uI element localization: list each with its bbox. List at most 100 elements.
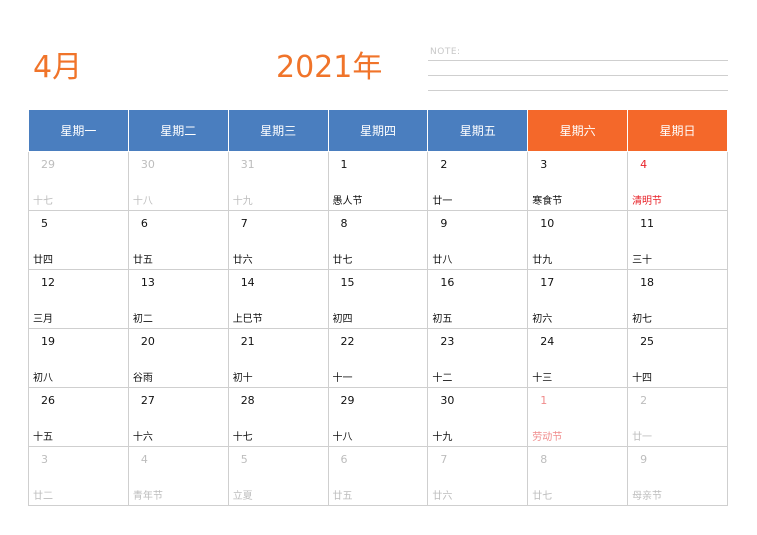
day-number: 2 — [440, 158, 448, 171]
lunar-date: 廿二 — [33, 491, 53, 502]
day-number: 3 — [540, 158, 548, 171]
calendar-day-cell[interactable]: 21 初十 — [227, 328, 329, 388]
calendar-day-cell[interactable]: 15 初四 — [327, 269, 429, 329]
calendar-day-cell[interactable]: 4 青年节 — [127, 446, 229, 506]
day-number: 8 — [540, 453, 548, 466]
day-number: 31 — [240, 158, 255, 171]
calendar-day-cell[interactable]: 29 十七 — [28, 151, 129, 211]
note-line — [428, 60, 728, 61]
calendar-day-cell[interactable]: 7 廿六 — [427, 446, 529, 506]
calendar-day-cell[interactable]: 6 廿五 — [127, 210, 229, 270]
lunar-date: 三十 — [632, 255, 653, 266]
calendar-day-cell[interactable]: 12 三月 — [28, 269, 129, 329]
calendar-day-cell[interactable]: 11 三十 — [627, 210, 728, 270]
calendar-day-cell[interactable]: 2 廿一 — [627, 387, 728, 447]
day-number: 17 — [540, 276, 555, 289]
calendar-day-cell[interactable]: 28 十七 — [227, 387, 329, 447]
day-number: 24 — [540, 335, 555, 348]
calendar-day-cell[interactable]: 23 十二 — [427, 328, 529, 388]
note-label: NOTE: — [430, 47, 461, 57]
weekday-header-row: 星期一 星期二 星期三 星期四 星期五 星期六 星期日 — [28, 109, 728, 152]
calendar-day-cell[interactable]: 25 十四 — [627, 328, 728, 388]
lunar-date: 初四 — [332, 314, 353, 325]
day-number: 25 — [640, 335, 655, 348]
calendar-day-cell[interactable]: 1 愚人节 — [327, 151, 429, 211]
day-number: 7 — [440, 453, 448, 466]
lunar-date: 愚人节 — [332, 196, 363, 207]
calendar-day-cell[interactable]: 14 上巳节 — [227, 269, 329, 329]
calendar-day-cell[interactable]: 8 廿七 — [527, 446, 629, 506]
calendar-day-cell[interactable]: 19 初八 — [28, 328, 129, 388]
calendar-day-cell[interactable]: 26 十五 — [28, 387, 129, 447]
lunar-date: 廿六 — [432, 491, 453, 502]
weekday-header-thu: 星期四 — [327, 109, 429, 152]
calendar-day-cell[interactable]: 6 廿五 — [327, 446, 429, 506]
calendar-day-cell[interactable]: 9 廿八 — [427, 210, 529, 270]
lunar-date: 十九 — [432, 432, 453, 443]
lunar-date: 十六 — [132, 432, 153, 443]
lunar-date: 廿六 — [232, 255, 253, 266]
lunar-date: 初六 — [532, 314, 553, 325]
calendar-day-cell[interactable]: 29 十八 — [327, 387, 429, 447]
calendar-day-cell[interactable]: 1 劳动节 — [527, 387, 629, 447]
calendar-day-cell[interactable]: 22 十一 — [327, 328, 429, 388]
lunar-date: 廿一 — [432, 196, 453, 207]
calendar-day-cell[interactable]: 3 寒食节 — [527, 151, 629, 211]
calendar-day-cell[interactable]: 3 廿二 — [28, 446, 129, 506]
month-title: 4月 — [33, 50, 83, 85]
lunar-date: 十四 — [632, 373, 653, 384]
day-number: 20 — [140, 335, 155, 348]
day-number: 18 — [640, 276, 655, 289]
day-number: 3 — [41, 453, 48, 466]
calendar-day-cell[interactable]: 31 十九 — [227, 151, 329, 211]
day-number: 30 — [440, 394, 455, 407]
calendar-day-cell[interactable]: 10 廿九 — [527, 210, 629, 270]
calendar-day-cell[interactable]: 9 母亲节 — [627, 446, 728, 506]
day-number: 2 — [640, 394, 648, 407]
lunar-date: 寒食节 — [532, 196, 563, 207]
day-number: 15 — [340, 276, 355, 289]
lunar-date: 青年节 — [132, 491, 163, 502]
day-number: 27 — [140, 394, 155, 407]
calendar-day-cell[interactable]: 2 廿一 — [427, 151, 529, 211]
calendar-day-cell[interactable]: 20 谷雨 — [127, 328, 229, 388]
calendar-day-cell[interactable]: 17 初六 — [527, 269, 629, 329]
calendar-day-cell[interactable]: 13 初二 — [127, 269, 229, 329]
day-number: 5 — [240, 453, 248, 466]
calendar-day-cell[interactable]: 5 立夏 — [227, 446, 329, 506]
calendar-day-cell[interactable]: 30 十八 — [127, 151, 229, 211]
calendar-day-cell[interactable]: 30 十九 — [427, 387, 529, 447]
calendar-week-row: 29 十七 30 十八 31 十九 1 愚人节 2 廿一 3 寒食节 4 清明节 — [28, 151, 728, 211]
day-number: 26 — [41, 394, 55, 407]
lunar-date: 劳动节 — [532, 432, 563, 443]
calendar-day-cell[interactable]: 16 初五 — [427, 269, 529, 329]
lunar-date: 十九 — [232, 196, 253, 207]
day-number: 10 — [540, 217, 555, 230]
calendar-week-row: 3 廿二 4 青年节 5 立夏 6 廿五 7 廿六 8 廿七 9 母亲节 — [28, 446, 728, 506]
lunar-date: 十一 — [332, 373, 353, 384]
day-number: 1 — [540, 394, 548, 407]
lunar-date: 十七 — [33, 196, 53, 207]
day-number: 11 — [640, 217, 655, 230]
day-number: 14 — [240, 276, 255, 289]
day-number: 13 — [140, 276, 155, 289]
calendar-day-cell[interactable]: 18 初七 — [627, 269, 728, 329]
lunar-date: 十五 — [33, 432, 53, 443]
day-number: 12 — [41, 276, 55, 289]
calendar-day-cell[interactable]: 24 十三 — [527, 328, 629, 388]
day-number: 8 — [340, 217, 348, 230]
day-number: 22 — [340, 335, 355, 348]
day-number: 23 — [440, 335, 455, 348]
calendar-day-cell[interactable]: 5 廿四 — [28, 210, 129, 270]
lunar-date: 立夏 — [232, 491, 253, 502]
year-title: 2021年 — [276, 50, 383, 85]
calendar-day-cell[interactable]: 8 廿七 — [327, 210, 429, 270]
calendar-day-cell[interactable]: 27 十六 — [127, 387, 229, 447]
calendar-day-cell[interactable]: 7 廿六 — [227, 210, 329, 270]
calendar-week-row: 12 三月 13 初二 14 上巳节 15 初四 16 初五 17 初六 18 初七 — [28, 269, 728, 329]
calendar-day-cell[interactable]: 4 清明节 — [627, 151, 728, 211]
calendar-week-row: 19 初八 20 谷雨 21 初十 22 十一 23 十二 24 十三 25 十四 — [28, 328, 728, 388]
day-number: 29 — [340, 394, 355, 407]
day-number: 28 — [240, 394, 255, 407]
weekday-header-fri: 星期五 — [427, 109, 529, 152]
